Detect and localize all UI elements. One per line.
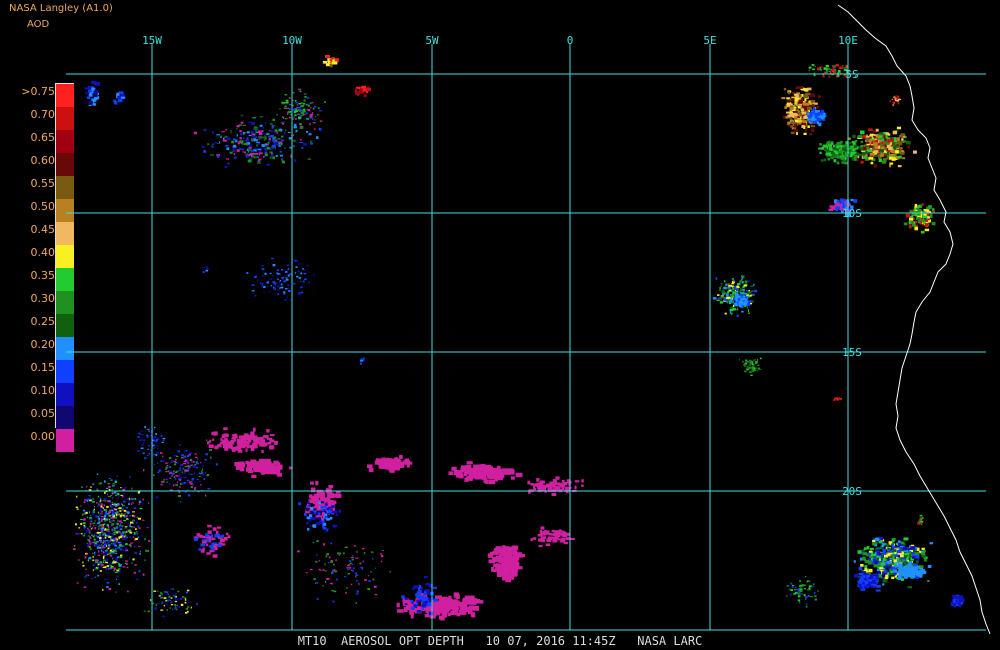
latitude-label: 20S [842,485,862,498]
longitude-label: 0 [567,34,574,47]
latitude-label: 5S [845,68,858,81]
image-caption: MT10 AEROSOL OPT DEPTH 10 07, 2016 11:45… [297,634,703,648]
map-canvas[interactable]: 15W 10W 5W 0 5E 10E 5S 10S 15S 20S [0,0,1000,650]
coastline [837,4,991,635]
axis-labels: 15W 10W 5W 0 5E 10E 5S 10S 15S 20S [142,34,862,498]
longitude-label: 5E [703,34,716,47]
latitude-label: 15S [842,346,862,359]
longitude-label: 10W [282,34,302,47]
aerosol-pixels [73,55,965,621]
satellite-map-viewport: NASA Langley (A1.0) AOD >0.75 0.70 0.65 0.6… [0,0,1000,650]
longitude-label: 15W [142,34,162,47]
latitude-label: 10S [842,207,862,220]
longitude-label: 5W [425,34,439,47]
longitude-label: 10E [838,34,858,47]
